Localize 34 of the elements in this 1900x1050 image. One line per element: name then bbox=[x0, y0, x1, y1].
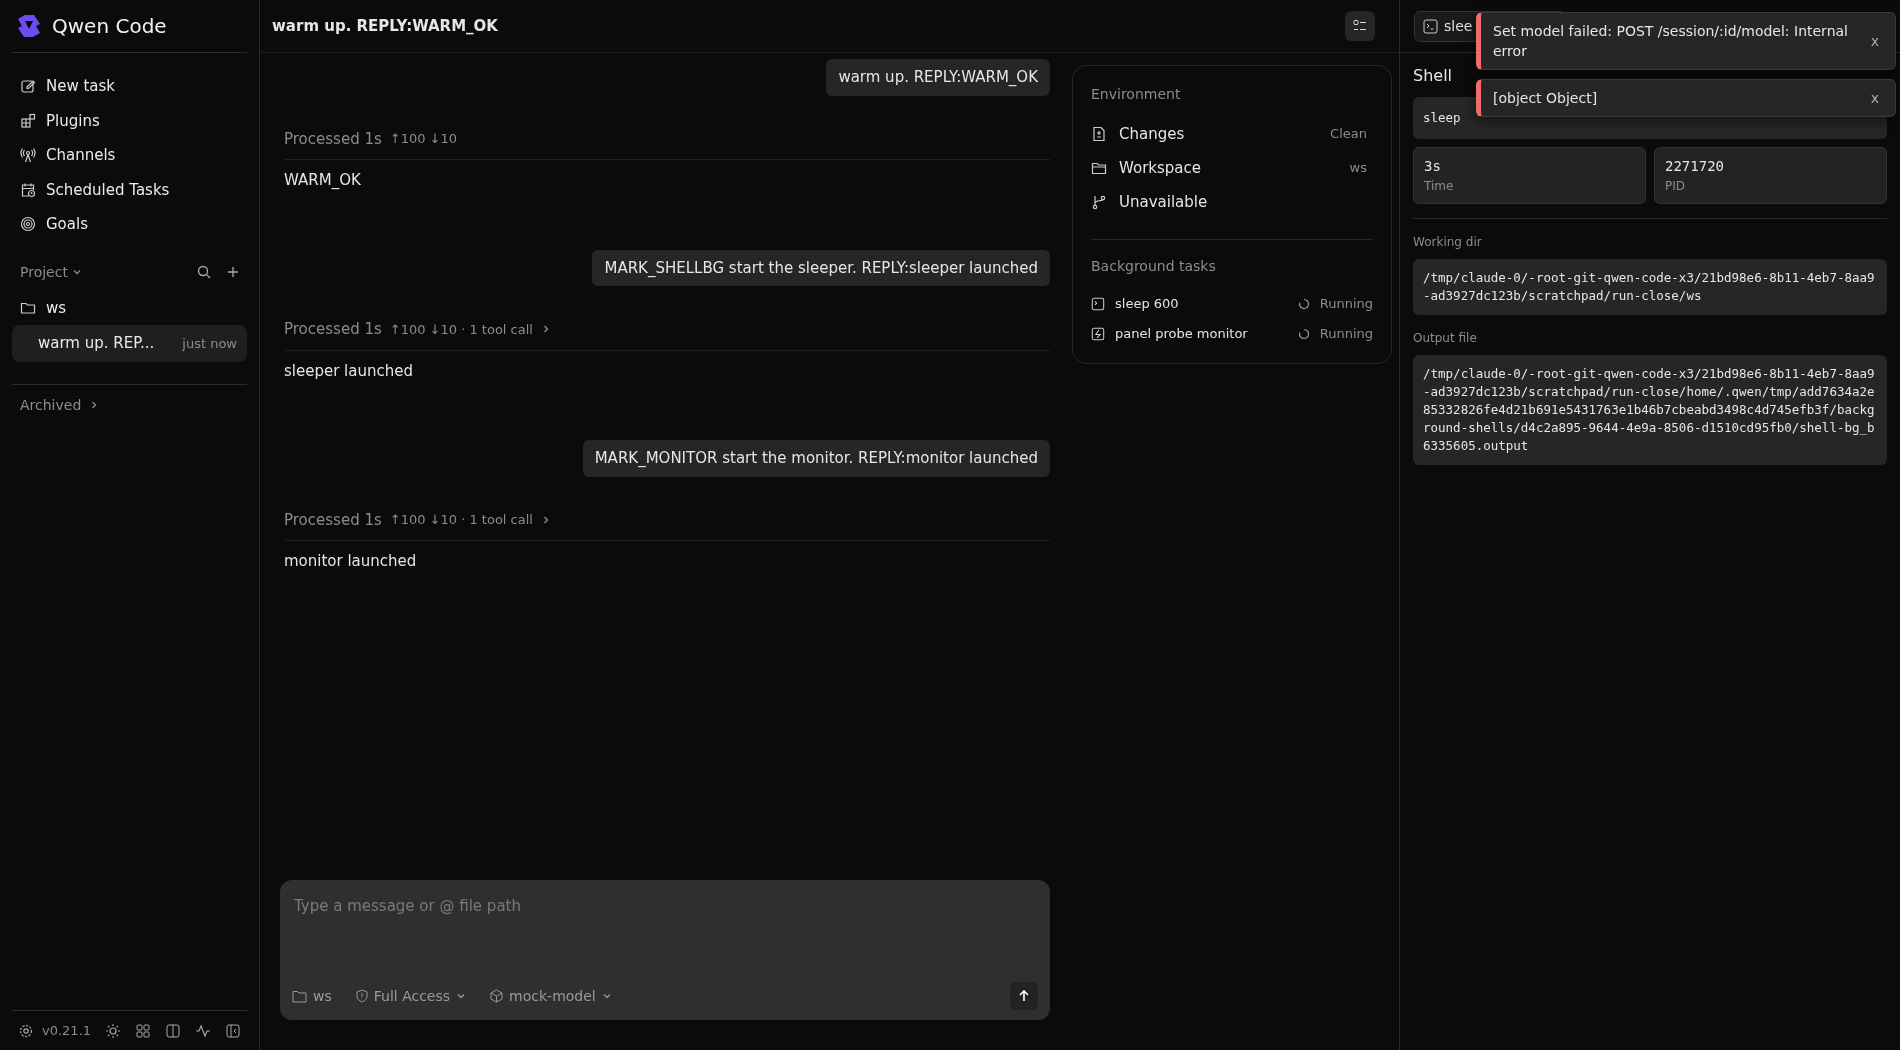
token-stats: ↑100 ↓10 bbox=[389, 130, 458, 148]
task-status: Running bbox=[1319, 295, 1373, 314]
env-label: Workspace bbox=[1119, 157, 1201, 179]
toast-message: Set model failed: POST /session/:id/model: Internal error bbox=[1493, 22, 1849, 61]
processed-label: Processed 1s bbox=[284, 509, 382, 531]
env-label: Changes bbox=[1119, 123, 1185, 145]
stat-label: Time bbox=[1424, 178, 1455, 195]
env-value: ws bbox=[1349, 159, 1367, 178]
field-label: Working dir bbox=[1413, 234, 1483, 251]
stat-value: 2271720 bbox=[1665, 157, 1725, 176]
user-message: warm up. REPLY:WARM_OK bbox=[826, 59, 1050, 96]
app-name: Qwen Code bbox=[52, 13, 167, 40]
section-title: Background tasks bbox=[1091, 257, 1217, 276]
user-message: MARK_SHELLBG start the sleeper. REPLY:sleeper launched bbox=[592, 249, 1050, 286]
processed-label: Processed 1s bbox=[284, 128, 382, 150]
panel-title: Shell bbox=[1413, 65, 1453, 87]
token-stats: ↑100 ↓10 · 1 tool call bbox=[389, 511, 533, 529]
assistant-reply: monitor launched bbox=[284, 551, 418, 572]
chat-title: warm up. REPLY:WARM_OK bbox=[272, 15, 498, 37]
user-message: MARK_MONITOR start the monitor. REPLY:monitor launched bbox=[582, 440, 1050, 477]
stat-label: PID bbox=[1665, 178, 1686, 195]
assistant-reply: WARM_OK bbox=[284, 170, 362, 191]
assistant-reply: sleeper launched bbox=[284, 360, 414, 382]
path-box: /tmp/claude-0/-root-git-qwen-code-x3/21bd98e6-8b11-4eb7-8aa9-ad3927dc123b/scratchpad/run-close/home/.qwen/tmp/add7634a2e85332826fe4d21b691e5431763e1b46b7cbeabd3498c4d745efb3f/background-shells/d4c2a895-9644-4e9a-8506-d1510cd95fb0/shell-bg_b6335605.output bbox=[1413, 355, 1887, 465]
token-stats: ↑100 ↓10 · 1 tool call bbox=[389, 320, 533, 339]
env-label: Unavailable bbox=[1119, 191, 1208, 213]
section-title: Environment bbox=[1091, 85, 1182, 104]
task-status: Running bbox=[1319, 325, 1373, 344]
processed-label: Processed 1s bbox=[284, 319, 382, 340]
version-label: v0.21.1 bbox=[42, 1021, 92, 1040]
env-value: Clean bbox=[1330, 125, 1367, 144]
path-box: /tmp/claude-0/-root-git-qwen-code-x3/21bd98e6-8b11-4eb7-8aa9-ad3927dc123b/scratchpad/run-close/ws bbox=[1413, 259, 1887, 315]
stat-value: 3s bbox=[1424, 157, 1442, 176]
field-label: Output file bbox=[1413, 330, 1478, 347]
